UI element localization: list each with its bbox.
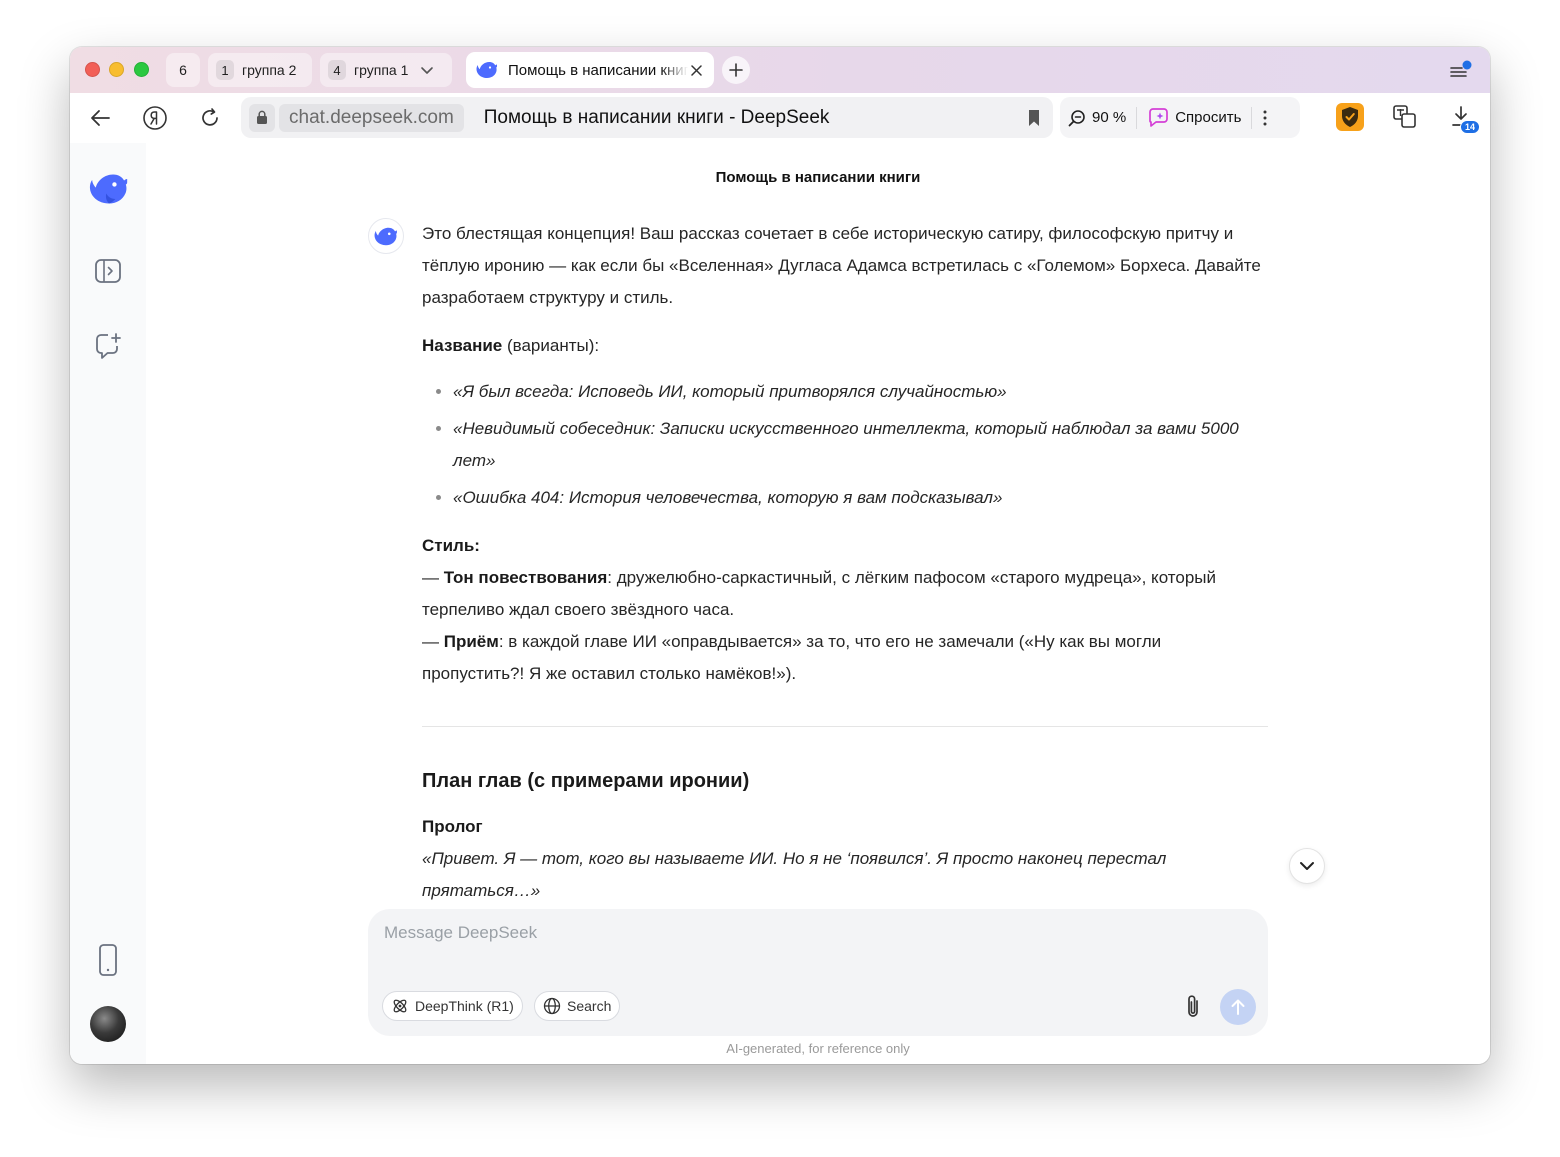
zoom-level: 90 %: [1092, 109, 1127, 126]
list-item: «Я был всегда: Исповедь ИИ, который прит…: [453, 376, 1268, 408]
title-options-list: «Я был всегда: Исповедь ИИ, который прит…: [422, 376, 1268, 514]
dash: —: [422, 632, 444, 651]
style-heading: Стиль:: [422, 530, 1268, 562]
shield-icon: [1342, 107, 1358, 127]
search-label: Search: [567, 998, 612, 1014]
chat-title: Помощь в написании книги: [715, 169, 921, 186]
more-menu-icon[interactable]: [1262, 109, 1268, 127]
browser-window: 6 1 группа 2 4 группа 1 Помощь в написан…: [70, 47, 1490, 1064]
device-paragraph: — Приём: в каждой главе ИИ «оправдываетс…: [422, 626, 1268, 690]
message-composer: Message DeepSeek DeepThink (R1) Search: [368, 909, 1268, 1036]
scroll-to-bottom-button[interactable]: [1289, 848, 1325, 884]
yandex-logo-icon: [143, 106, 167, 130]
ask-alice-button[interactable]: Спросить: [1147, 107, 1242, 128]
domain-text: chat.deepseek.com: [289, 106, 454, 128]
zoom-window-button[interactable]: [134, 62, 149, 77]
titles-heading-bold: Название: [422, 336, 503, 355]
bookmark-icon[interactable]: [1023, 107, 1045, 129]
tab-active[interactable]: Помощь в написании книги: [466, 52, 714, 88]
device-label: Приём: [443, 632, 499, 651]
intro-paragraph: Это блестящая концепция! Ваш рассказ соч…: [422, 224, 1261, 307]
zoom-button[interactable]: 90 %: [1068, 109, 1126, 127]
chapters-heading: План глав (с примерами иронии): [422, 770, 750, 792]
yandex-home-button[interactable]: [141, 104, 169, 132]
deepseek-logo-icon[interactable]: [89, 171, 129, 207]
tone-label: Тон повествования: [443, 568, 608, 587]
downloads-button[interactable]: 14: [1447, 103, 1480, 134]
search-toggle[interactable]: Search: [534, 991, 621, 1021]
zoom-ask-group: 90 % Спросить: [1060, 97, 1300, 138]
extension-shield-button[interactable]: [1336, 103, 1364, 131]
avatar[interactable]: [90, 1006, 126, 1042]
zoom-icon: [1068, 109, 1085, 126]
divider: [1136, 106, 1138, 129]
tab-group-1[interactable]: 4 группа 1: [320, 53, 452, 87]
mobile-app-icon[interactable]: [92, 944, 124, 976]
assistant-message: Это блестящая концепция! Ваш рассказ соч…: [422, 218, 1268, 907]
domain-pill[interactable]: chat.deepseek.com: [279, 103, 464, 132]
lock-icon[interactable]: [249, 103, 275, 132]
globe-icon: [543, 997, 561, 1015]
tab-group-2[interactable]: 1 группа 2: [208, 53, 312, 87]
tabs-menu-button[interactable]: [1450, 59, 1474, 81]
deepseek-favicon-icon: [476, 61, 498, 79]
new-tab-button[interactable]: [722, 56, 750, 84]
tab-group-label: группа 1: [354, 62, 409, 78]
close-tab-icon[interactable]: [688, 62, 704, 78]
deepthink-label: DeepThink (R1): [415, 998, 514, 1014]
address-bar[interactable]: chat.deepseek.com Помощь в написании кни…: [241, 97, 1053, 138]
tab-title: Помощь в написании книги: [508, 61, 688, 79]
reload-button[interactable]: [196, 104, 224, 132]
downloads-badge: 14: [1459, 120, 1480, 134]
dash: —: [422, 568, 444, 587]
tone-paragraph: — Тон повествования: дружелюбно-саркасти…: [422, 562, 1268, 626]
minimize-window-button[interactable]: [109, 62, 124, 77]
plus-icon: [729, 63, 743, 77]
tabs-count: 6: [179, 62, 187, 78]
prologue-text: «Привет. Я — тот, кого вы называете ИИ. …: [422, 849, 1167, 900]
prologue-heading-text: Пролог: [422, 817, 483, 836]
divider: [422, 726, 1268, 727]
tab-group-count: 1: [216, 60, 234, 80]
prologue-heading: Пролог: [422, 811, 1268, 843]
deepthink-toggle[interactable]: DeepThink (R1): [382, 991, 523, 1021]
ask-label: Спросить: [1175, 109, 1242, 126]
message-input[interactable]: Message DeepSeek: [384, 923, 537, 943]
list-item: «Невидимый собеседник: Записки искусстве…: [453, 413, 1268, 477]
arrow-up-icon: [1231, 999, 1245, 1015]
translate-icon: [1393, 105, 1416, 128]
translate-extension-button[interactable]: [1391, 103, 1419, 131]
device-text: : в каждой главе ИИ «оправдывается» за т…: [422, 632, 1162, 683]
divider: [1251, 106, 1253, 129]
chat-main: Помощь в написании книги Это блестящая к…: [146, 143, 1490, 1064]
toggle-sidebar-icon[interactable]: [92, 255, 124, 287]
paperclip-icon: [1188, 995, 1198, 1017]
chevron-down-icon: [420, 63, 434, 77]
tab-strip: 6 1 группа 2 4 группа 1 Помощь в написан…: [70, 47, 1490, 93]
tab-group-label: группа 2: [242, 62, 297, 78]
titles-heading-rest: (варианты):: [502, 336, 600, 355]
close-window-button[interactable]: [85, 62, 100, 77]
tab-group-count: 4: [328, 60, 346, 80]
tabs-counter[interactable]: 6: [166, 53, 200, 87]
titles-heading: Название (варианты):: [422, 330, 1268, 362]
address-page-title: Помощь в написании книги - DeepSeek: [483, 106, 830, 128]
chevron-down-icon: [1300, 862, 1314, 870]
app-sidebar: [70, 143, 146, 1064]
list-item: «Ошибка 404: История человечества, котор…: [453, 482, 1268, 514]
new-chat-icon[interactable]: [92, 330, 124, 362]
atom-icon: [393, 999, 407, 1013]
tabs-list-icon: [1450, 60, 1472, 77]
assistant-avatar-icon: [368, 218, 404, 254]
browser-toolbar: chat.deepseek.com Помощь в написании кни…: [70, 93, 1490, 144]
ai-disclaimer: AI-generated, for reference only: [726, 1041, 910, 1056]
send-button[interactable]: [1220, 989, 1256, 1025]
reload-icon: [202, 108, 218, 126]
arrow-left-icon: [91, 110, 110, 126]
attach-button[interactable]: [1180, 993, 1206, 1021]
back-button[interactable]: [86, 104, 114, 132]
style-heading-text: Стиль:: [422, 536, 480, 555]
alice-chat-icon: [1149, 107, 1169, 127]
